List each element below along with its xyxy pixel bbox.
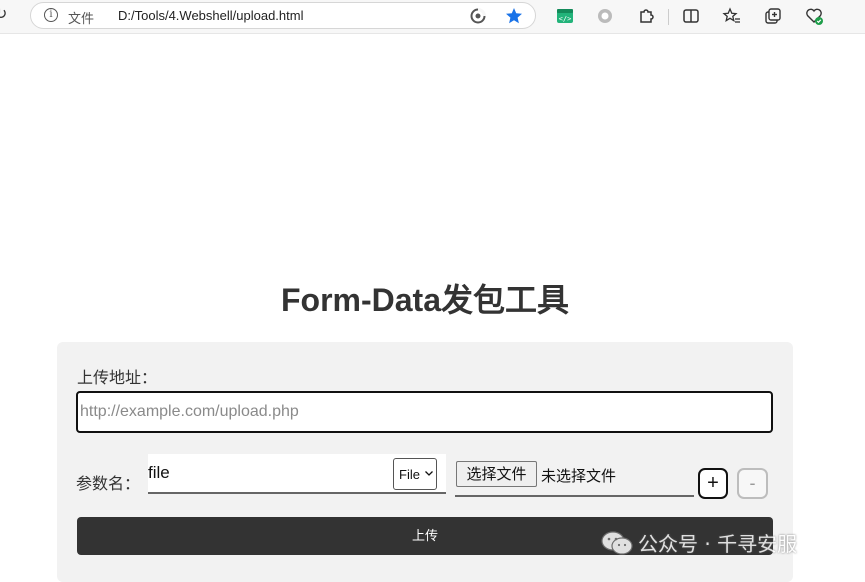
svg-text:</>: </>	[559, 15, 572, 23]
code-extension-icon[interactable]: </>	[555, 6, 575, 26]
toolbar-divider	[668, 9, 669, 25]
remove-param-button[interactable]: -	[737, 468, 768, 499]
chevron-down-icon	[425, 471, 433, 476]
watermark-text: 公众号 · 千寻安服	[638, 532, 798, 556]
collections-icon[interactable]	[763, 6, 783, 26]
add-param-button[interactable]: +	[698, 468, 728, 499]
page-title: Form-Data发包工具	[280, 282, 570, 318]
url-text[interactable]: D:/Tools/4.Webshell/upload.html	[118, 8, 303, 23]
watermark: 公众号 · 千寻安服	[600, 528, 797, 556]
file-scheme-label: 文件	[68, 11, 95, 26]
no-file-chosen-text: 未选择文件	[541, 467, 617, 485]
upload-url-label: 上传地址：	[77, 370, 158, 387]
favorite-star-icon[interactable]	[505, 7, 523, 25]
choose-file-button[interactable]: 选择文件	[456, 461, 537, 487]
browser-health-icon[interactable]	[804, 6, 824, 26]
param-type-select[interactable]: File	[393, 458, 437, 490]
upload-url-input[interactable]	[76, 391, 773, 433]
param-type-value: File	[399, 467, 420, 482]
record-extension-icon[interactable]	[595, 6, 615, 26]
browser-toolbar: ↻ i 文件 D:/Tools/4.Webshell/upload.html <…	[0, 0, 865, 34]
info-icon[interactable]: i	[44, 8, 58, 22]
param-name-label: 参数名：	[76, 476, 141, 493]
extensions-puzzle-icon[interactable]	[636, 6, 656, 26]
wechat-icon	[601, 530, 633, 555]
address-bar[interactable]: i 文件 D:/Tools/4.Webshell/upload.html	[30, 2, 536, 29]
edge-refresh-icon[interactable]	[469, 7, 487, 25]
split-screen-icon[interactable]	[681, 6, 701, 26]
reload-icon[interactable]: ↻	[0, 6, 12, 24]
favorites-icon[interactable]	[722, 6, 742, 26]
